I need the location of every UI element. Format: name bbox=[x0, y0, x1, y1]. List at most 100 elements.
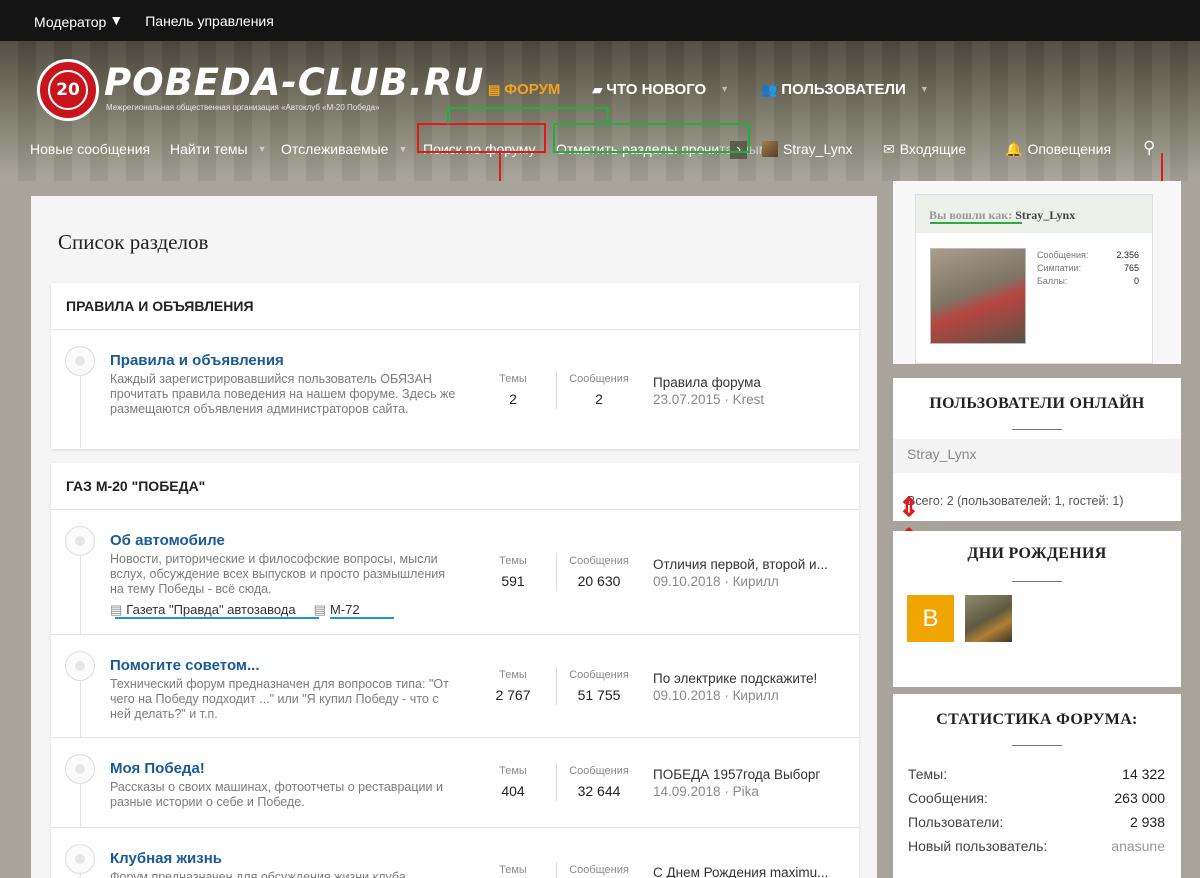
inbox-label: Входящие bbox=[899, 141, 967, 157]
site-header: 20 POBEDA-CLUB.RU Межрегиональная общест… bbox=[0, 41, 1200, 181]
user-info-panel: Вы вошли как: Stray_Lynx Сообщения: 2.356… bbox=[915, 194, 1153, 364]
category-block: ГАЗ М-20 "ПОБЕДА" Об автомобиле Новости,… bbox=[51, 463, 859, 878]
last-post: Отличия первой, второй и... 09.10.2018 · … bbox=[653, 556, 828, 590]
birthdays-widget: ДНИ РОЖДЕНИЯ В bbox=[893, 531, 1181, 687]
last-post-title[interactable]: По электрике подскажите! bbox=[653, 670, 817, 687]
threads-stat: Темы bbox=[491, 864, 535, 876]
alerts-link[interactable]: 🔔 Оповещения bbox=[1005, 141, 1111, 158]
logo-subtitle: Межрегиональная общественная организация… bbox=[106, 103, 380, 112]
divider bbox=[556, 763, 557, 801]
logo-badge[interactable]: 20 bbox=[37, 59, 99, 121]
tab-forum[interactable]: ▤ ФОРУМ bbox=[488, 81, 560, 98]
inbox-link[interactable]: ✉ Входящие bbox=[883, 141, 966, 158]
user-stat-value: 0 bbox=[1133, 276, 1139, 286]
stat-value: 14 322 bbox=[1122, 766, 1165, 782]
annotation-blue-line bbox=[115, 617, 319, 619]
moderator-bar: Модератор ▼ Панель управления bbox=[0, 0, 1200, 41]
divider bbox=[80, 376, 81, 448]
subforum-link[interactable]: ▤ М-72 bbox=[314, 602, 360, 618]
forum-title[interactable]: Помогите советом... bbox=[110, 657, 260, 674]
threads-label: Темы bbox=[499, 669, 527, 681]
chat-icon bbox=[65, 346, 95, 376]
caret-down-icon[interactable]: ▼ bbox=[720, 84, 729, 94]
user-stat-label: Симпатии: bbox=[1037, 263, 1082, 273]
whats-new-icon: ▰ bbox=[592, 82, 603, 97]
subforum-label: М-72 bbox=[329, 602, 360, 617]
threads-stat: Темы 2 bbox=[491, 373, 535, 407]
forum-list: Список разделов ПРАВИЛА И ОБЪЯВЛЕНИЯ Пра… bbox=[31, 196, 877, 878]
stat-label: Темы: bbox=[908, 766, 948, 782]
avatar[interactable] bbox=[930, 248, 1026, 344]
subforum-link[interactable]: ▤ Газета "Правда" автозавода bbox=[110, 602, 296, 618]
last-post-meta[interactable]: 14.09.2018 · Pika bbox=[653, 783, 820, 800]
find-threads-link[interactable]: Найти темы ▼ bbox=[170, 141, 267, 157]
last-post: Правила форума 23.07.2015 · Krest bbox=[653, 374, 764, 408]
last-post: ПОБЕДА 1957года Выборг 14.09.2018 · Pika bbox=[653, 766, 820, 800]
divider bbox=[1012, 581, 1062, 582]
online-user-link[interactable]: Stray_Lynx bbox=[907, 446, 977, 462]
threads-count: 2 bbox=[509, 391, 517, 407]
new-user-link[interactable]: anasune bbox=[1111, 838, 1165, 854]
last-post-meta[interactable]: 09.10.2018 · Кирилл bbox=[653, 687, 817, 704]
forum-title[interactable]: Правила и объявления bbox=[110, 352, 284, 369]
user-menu-label: Stray_Lynx bbox=[783, 141, 853, 157]
annotation-green-line bbox=[447, 107, 609, 109]
threads-label: Темы bbox=[499, 864, 527, 876]
chat-icon bbox=[65, 526, 95, 556]
last-post-title[interactable]: С Днем Рождения maximu... bbox=[653, 864, 828, 878]
widget-title: ПОЛЬЗОВАТЕЛИ ОНЛАЙН bbox=[929, 395, 1145, 412]
last-post-title[interactable]: Правила форума bbox=[653, 374, 764, 391]
user-stat-label: Баллы: bbox=[1037, 276, 1068, 286]
logo-badge-number: 20 bbox=[48, 70, 88, 110]
category-title[interactable]: ПРАВИЛА И ОБЪЯВЛЕНИЯ bbox=[51, 283, 859, 330]
last-post-meta[interactable]: 09.10.2018 · Кирилл bbox=[653, 573, 828, 590]
threads-label: Темы bbox=[499, 373, 527, 385]
last-post-title[interactable]: Отличия первой, второй и... bbox=[653, 556, 828, 573]
avatar[interactable]: В bbox=[907, 595, 954, 642]
alerts-label: Оповещения bbox=[1027, 141, 1112, 157]
forum-title[interactable]: Моя Победа! bbox=[110, 760, 205, 777]
tab-whats-new[interactable]: ▰ ЧТО НОВОГО ▼ bbox=[592, 81, 729, 98]
watched-link[interactable]: Отслеживаемые ▼ bbox=[281, 141, 407, 157]
divider bbox=[556, 553, 557, 591]
last-post-title[interactable]: ПОБЕДА 1957года Выборг bbox=[653, 766, 820, 783]
search-icon[interactable]: ⚲ bbox=[1143, 138, 1155, 158]
threads-stat: Темы 404 bbox=[491, 765, 535, 799]
annotation-arrow: ⇕ bbox=[898, 492, 920, 522]
online-total: Всего: 2 (пользователей: 1, гостей: 1) bbox=[907, 494, 1124, 508]
watched-label: Отслеживаемые bbox=[281, 141, 389, 157]
messages-stat: Сообщения 51 755 bbox=[563, 669, 635, 703]
messages-stat: Сообщения 32 644 bbox=[563, 765, 635, 799]
user-menu[interactable]: Stray_Lynx bbox=[762, 141, 853, 157]
forum-title[interactable]: Клубная жизнь bbox=[110, 850, 222, 867]
threads-count: 591 bbox=[501, 573, 525, 589]
forum-icon: ▤ bbox=[488, 82, 501, 97]
messages-label: Сообщения bbox=[569, 864, 629, 876]
last-post: По электрике подскажите! 09.10.2018 · Кир… bbox=[653, 670, 817, 704]
annotation-green-line bbox=[447, 107, 449, 124]
category-title[interactable]: ГАЗ М-20 "ПОБЕДА" bbox=[51, 463, 859, 510]
widget-title: ДНИ РОЖДЕНИЯ bbox=[967, 545, 1107, 562]
forum-stats-widget: СТАТИСТИКА ФОРУМА: Темы: 14 322 Сообщения… bbox=[893, 694, 1181, 878]
logo-text[interactable]: POBEDA-CLUB.RU bbox=[104, 61, 484, 104]
tab-whats-new-label: ЧТО НОВОГО bbox=[606, 81, 707, 98]
list-item: Клубная жизнь Форум предназначен для обс… bbox=[51, 828, 859, 878]
forum-stats-list: Темы: 14 322 Сообщения: 263 000 Пользовате… bbox=[908, 766, 1165, 854]
annotation-red-box bbox=[417, 123, 546, 153]
user-info-widget: Вы вошли как: Stray_Lynx Сообщения: 2.356… bbox=[893, 181, 1181, 364]
user-stat-row: Сообщения: 2.356 bbox=[1037, 249, 1139, 262]
control-panel-link[interactable]: Панель управления bbox=[145, 13, 274, 29]
forum-title[interactable]: Об автомобиле bbox=[110, 532, 225, 549]
chat-icon: ▤ bbox=[110, 602, 123, 617]
tab-users[interactable]: 👥 ПОЛЬЗОВАТЕЛИ ▼ bbox=[761, 81, 929, 98]
divider bbox=[556, 667, 557, 705]
last-post-meta[interactable]: 23.07.2015 · Krest bbox=[653, 391, 764, 408]
logged-in-username[interactable]: Stray_Lynx bbox=[1015, 208, 1075, 222]
avatar bbox=[762, 141, 778, 157]
new-messages-link[interactable]: Новые сообщения bbox=[30, 141, 150, 157]
page-title: Список разделов bbox=[58, 230, 209, 254]
moderator-menu[interactable]: Модератор ▼ bbox=[34, 12, 123, 30]
stat-value: 263 000 bbox=[1114, 790, 1165, 806]
avatar[interactable] bbox=[965, 595, 1012, 642]
caret-down-icon[interactable]: ▼ bbox=[920, 84, 929, 94]
